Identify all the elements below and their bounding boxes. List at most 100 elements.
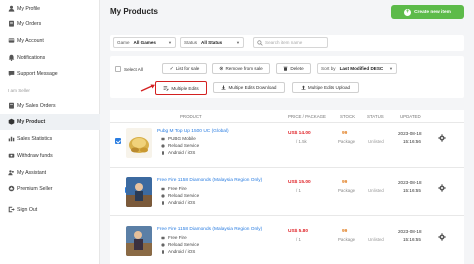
sidebar-section-label: I am Seller (8, 88, 30, 93)
product-game: Free Fire (161, 186, 187, 191)
stock-unit: Package (338, 237, 356, 242)
product-service: Reload Service (161, 242, 199, 247)
message-icon (8, 71, 15, 77)
stock-count: 99 (342, 229, 348, 234)
product-platform: Android / iOS (161, 150, 195, 155)
user-icon (8, 5, 15, 12)
chevron-down-icon: ▼ (236, 40, 240, 45)
header-stock: STOCK (340, 114, 356, 119)
remove-from-sale-button[interactable]: ⊗ Remove from sale (212, 63, 270, 74)
multiple-edits-label: Multiple Edits (171, 85, 199, 91)
stock-count: 99 (342, 180, 348, 185)
status-badge: Unlisted (368, 188, 384, 193)
updated-date: 2023-08-18 (398, 229, 422, 234)
device-icon (162, 249, 164, 254)
page-title: My Products (110, 7, 159, 16)
checkbox[interactable] (115, 66, 121, 72)
sidebar-item-label: Sales Statistics (17, 136, 53, 142)
sidebar-item-withdraw-funds[interactable]: Withdraw funds (0, 148, 100, 164)
sidebar-item-label: Withdraw funds (17, 153, 53, 159)
sidebar-item-label: Support Message (17, 71, 58, 77)
list-for-sale-label: List for sale (175, 66, 200, 71)
annotation-arrow (140, 84, 155, 92)
delete-button[interactable]: Delete (276, 63, 311, 74)
product-platform: Android / iOS (161, 249, 195, 254)
sidebar-item-label: Sign Out (17, 207, 38, 213)
updated-time: 15:16:55 (403, 237, 421, 242)
select-all-checkbox[interactable]: Select All (115, 66, 143, 72)
check-icon: ✓ (169, 65, 174, 72)
product-name-link[interactable]: Pubg M Top Up 1500 UC (Global) (157, 129, 229, 134)
plus-icon: + (404, 8, 412, 16)
sidebar-item-sales-statistics[interactable]: Sales Statistics (0, 131, 100, 147)
bell-icon (8, 54, 15, 61)
sidebar-item-premium-seller[interactable]: Premium Seller (0, 181, 100, 197)
sidebar-item-label: My Profile (17, 6, 41, 12)
sidebar-item-label: My Orders (17, 21, 42, 27)
chevron-down-icon: ▼ (389, 66, 393, 71)
status-select-value: All Status (201, 40, 223, 45)
sidebar-item-label: My Product (17, 119, 46, 125)
remove-circle-icon: ⊗ (219, 65, 224, 72)
updated-date: 2023-08-18 (398, 131, 422, 136)
status-select-label: Status (184, 40, 198, 45)
sidebar-item-notifications[interactable]: Notifications (0, 50, 100, 66)
create-new-item-label: Create new item (414, 9, 451, 15)
trash-icon (283, 66, 288, 71)
sort-select[interactable]: Sort by Last Modified DESC ▼ (317, 63, 397, 74)
sidebar-item-my-orders[interactable]: My Orders (0, 16, 100, 32)
premium-icon (8, 185, 15, 192)
assistant-icon (8, 170, 14, 176)
price-per-package: / 1.5k (296, 139, 307, 144)
row-checkbox[interactable] (115, 138, 121, 144)
product-game: PUBG Mobile (161, 136, 196, 141)
product-service-label: Reload Service (168, 242, 200, 247)
multiple-edits-upload-button[interactable]: Multipe Edits Upload (292, 82, 359, 93)
sales-orders-icon (9, 102, 14, 109)
sidebar-item-my-profile[interactable]: My Profile (0, 1, 100, 17)
product-name-link[interactable]: Free Fire 1158 Diamonds (Malaysia Region… (157, 227, 262, 232)
upload-icon (301, 85, 306, 90)
status-badge: Unlisted (368, 139, 384, 144)
price: US$ 5.80 (288, 229, 309, 234)
list-for-sale-button[interactable]: ✓ List for sale (162, 63, 207, 74)
game-select[interactable]: Game All Games ▼ (113, 37, 176, 48)
multiple-edits-button[interactable]: Multiple Edits (155, 81, 207, 95)
edit-list-icon (163, 86, 170, 91)
product-icon (8, 118, 15, 125)
device-icon (162, 150, 164, 155)
product-thumbnail[interactable] (126, 177, 152, 207)
product-name-link[interactable]: Free Fire 1158 Diamonds (Malaysia Region… (157, 178, 262, 183)
orders-icon (9, 20, 14, 27)
sidebar-item-my-assistant[interactable]: My Assistant (0, 165, 100, 181)
sidebar-item-my-product[interactable]: My Product (0, 114, 100, 130)
product-thumbnail[interactable] (126, 226, 152, 256)
status-select[interactable]: Status All Status ▼ (180, 37, 244, 48)
sidebar-item-my-account[interactable]: My Account (0, 33, 100, 49)
stock-unit: Package (338, 139, 356, 144)
game-select-label: Game (117, 40, 130, 45)
product-service-label: Reload Service (168, 193, 200, 198)
account-icon (8, 38, 15, 43)
product-game-label: Free Fire (168, 186, 187, 191)
product-game-label: PUBG Mobile (168, 136, 196, 141)
sidebar-item-label: My Account (17, 38, 44, 44)
sidebar-item-my-sales-orders[interactable]: My Sales Orders (0, 98, 100, 114)
gear-icon[interactable] (438, 134, 446, 142)
product-game: Free Fire (161, 235, 187, 240)
gear-icon[interactable] (438, 184, 446, 192)
gear-icon[interactable] (438, 233, 446, 241)
search-input[interactable]: Search item name (253, 37, 328, 48)
sort-select-value: Last Modified DESC (339, 66, 384, 71)
sidebar-item-support-message[interactable]: Support Message (0, 66, 100, 82)
sidebar-item-sign-out[interactable]: Sign Out (0, 202, 100, 218)
product-thumbnail[interactable] (126, 128, 152, 158)
divider (110, 122, 464, 123)
stock-count: 99 (342, 131, 348, 136)
multiple-edits-upload-label: Multipe Edits Upload (307, 85, 351, 90)
create-new-item-button[interactable]: + Create new item (391, 5, 464, 19)
select-all-label: Select All (124, 66, 143, 72)
updated-date: 2023-08-18 (398, 180, 422, 185)
multiple-edits-download-button[interactable]: Multipe Edits Download (213, 82, 285, 93)
sidebar-item-label: My Assistant (17, 170, 47, 176)
